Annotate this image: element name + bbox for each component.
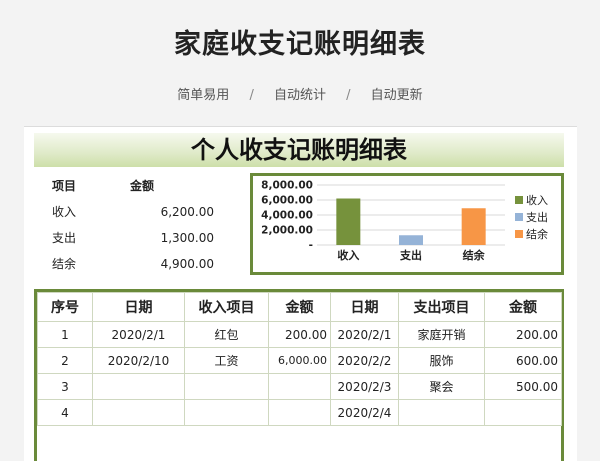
bar-1 — [336, 198, 361, 245]
summary-header-item[interactable]: 项目 — [52, 173, 76, 199]
ledger-header-row: 序号 日期 收入项目 金额 日期 支出项目 金额 — [37, 292, 562, 322]
bar-2 — [399, 235, 423, 245]
cell-income-amount[interactable]: 200.00 — [268, 321, 331, 348]
cell-income-item[interactable] — [184, 399, 269, 426]
bar-chart: 8,000.006,000.004,000.002,000.00-收入 支出 结余收… — [261, 180, 548, 263]
table-row: 4 2020/2/4 — [37, 399, 562, 426]
sheet-title[interactable]: 个人收支记账明细表 — [34, 133, 564, 167]
ledger-table-frame: 序号 日期 收入项目 金额 日期 支出项目 金额 1 2020/2/1 红包 2… — [34, 289, 564, 461]
cell-income-date[interactable]: 2020/2/1 — [92, 321, 185, 348]
cell-income-item[interactable]: 工资 — [184, 347, 269, 374]
summary-value[interactable]: 1,300.00 — [161, 225, 214, 251]
cell-income-amount[interactable]: 6,000.00 — [268, 347, 331, 374]
legend-swatch — [515, 213, 523, 221]
x-tick-label: 收入 — [337, 248, 359, 262]
legend-swatch — [515, 230, 523, 238]
cell-income-item[interactable]: 红包 — [184, 321, 269, 348]
summary-header-amount[interactable]: 金额 — [130, 173, 154, 199]
cell-expense-date[interactable]: 2020/2/3 — [330, 373, 399, 400]
header-income-amount[interactable]: 金额 — [268, 292, 331, 322]
cell-index[interactable]: 1 — [37, 321, 93, 348]
cell-expense-amount[interactable] — [484, 399, 562, 426]
cell-expense-date[interactable]: 2020/2/4 — [330, 399, 399, 426]
cell-index[interactable]: 3 — [37, 373, 93, 400]
x-tick-label: 结余 — [462, 248, 486, 262]
legend-label: 结余 — [526, 227, 548, 241]
header-expense-date[interactable]: 日期 — [330, 292, 399, 322]
cell-income-item[interactable] — [184, 373, 269, 400]
y-tick-label: 6,000.00 — [261, 195, 313, 207]
ledger-table: 序号 日期 收入项目 金额 日期 支出项目 金额 1 2020/2/1 红包 2… — [37, 292, 562, 426]
feature-separator: / — [346, 88, 351, 103]
cell-expense-item[interactable]: 聚会 — [398, 373, 485, 400]
x-tick-label: 支出 — [399, 248, 422, 262]
feature-list: 简单易用 / 自动统计 / 自动更新 — [0, 84, 600, 103]
summary-label[interactable]: 结余 — [52, 251, 76, 277]
cell-index[interactable]: 4 — [37, 399, 93, 426]
summary-table: 项目 金额 收入 6,200.00 支出 1,300.00 结余 4,900.0… — [44, 173, 234, 277]
summary-value[interactable]: 6,200.00 — [161, 199, 214, 225]
summary-chart[interactable]: 8,000.00 6,000.00 4,000.00 2,000.00- 收入 支出 结余收… — [250, 173, 564, 275]
summary-label[interactable]: 收入 — [52, 199, 76, 225]
cell-index[interactable]: 2 — [37, 347, 93, 374]
cell-expense-item[interactable]: 服饰 — [398, 347, 485, 374]
table-row: 1 2020/2/1 红包 200.00 2020/2/1 家庭开销 200.0… — [37, 321, 562, 348]
cell-expense-date[interactable]: 2020/2/1 — [330, 321, 399, 348]
feature-auto-update: 自动更新 — [370, 88, 423, 103]
summary-value[interactable]: 4,900.00 — [161, 251, 214, 277]
feature-separator: / — [249, 88, 254, 103]
summary-row-balance: 结余 4,900.00 — [44, 251, 234, 277]
header-expense-amount[interactable]: 金额 — [484, 292, 562, 322]
legend-label: 收入 — [526, 193, 548, 207]
cell-income-amount[interactable] — [268, 399, 331, 426]
spreadsheet-preview: 个人收支记账明细表 项目 金额 收入 6,200.00 支出 1,300.00 … — [24, 126, 577, 461]
bar-3 — [461, 208, 486, 245]
summary-row-income: 收入 6,200.00 — [44, 199, 234, 225]
header-index[interactable]: 序号 — [37, 292, 93, 322]
legend-swatch — [515, 196, 523, 204]
cell-income-date[interactable] — [92, 373, 185, 400]
header-income-date[interactable]: 日期 — [92, 292, 185, 322]
table-row: 3 2020/2/3 聚会 500.00 — [37, 373, 562, 400]
cell-expense-amount[interactable]: 500.00 — [484, 373, 562, 400]
cell-expense-item[interactable] — [398, 399, 485, 426]
feature-auto-stat: 自动统计 — [273, 88, 326, 103]
feature-easy: 简单易用 — [177, 88, 230, 103]
y-tick-label: 2,000.00 — [261, 225, 313, 237]
cell-income-date[interactable]: 2020/2/10 — [92, 347, 185, 374]
cell-expense-amount[interactable]: 600.00 — [484, 347, 562, 374]
cell-income-amount[interactable] — [268, 373, 331, 400]
y-tick-label: 8,000.00 — [261, 180, 313, 192]
table-row: 2 2020/2/10 工资 6,000.00 2020/2/2 服饰 600.… — [37, 347, 562, 374]
summary-header-row: 项目 金额 — [44, 173, 234, 199]
summary-label[interactable]: 支出 — [52, 225, 76, 251]
header-income-item[interactable]: 收入项目 — [184, 292, 269, 322]
header-expense-item[interactable]: 支出项目 — [398, 292, 485, 322]
legend-label: 支出 — [526, 210, 548, 224]
page-title: 家庭收支记账明细表 — [174, 29, 426, 60]
y-tick-label: 4,000.00 — [261, 210, 313, 222]
cell-expense-amount[interactable]: 200.00 — [484, 321, 562, 348]
summary-row-expense: 支出 1,300.00 — [44, 225, 234, 251]
cell-expense-date[interactable]: 2020/2/2 — [330, 347, 399, 374]
cell-expense-item[interactable]: 家庭开销 — [398, 321, 485, 348]
y-tick-label: - — [309, 240, 313, 252]
cell-income-date[interactable] — [92, 399, 185, 426]
